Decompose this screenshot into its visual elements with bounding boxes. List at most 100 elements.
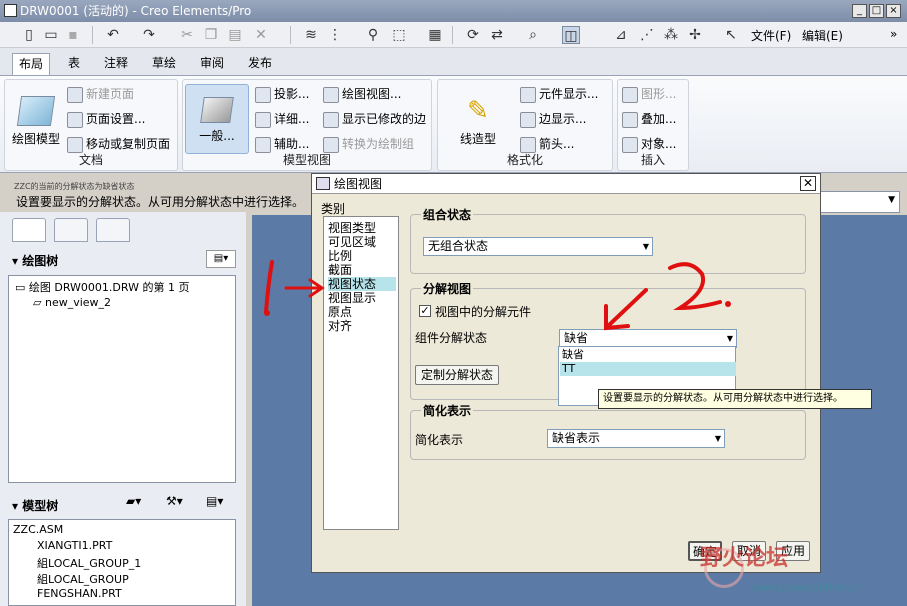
tab-publish[interactable]: 发布 <box>242 53 278 75</box>
maximize-button[interactable]: □ <box>869 4 884 18</box>
show-modified-icon <box>323 111 339 128</box>
drawing-view-button[interactable]: 绘图视图... <box>323 84 401 104</box>
explode-state-label: 组件分解状态 <box>415 331 488 345</box>
tree-settings-icon[interactable]: ▤▾ <box>206 250 236 268</box>
simplified-rep-title: 简化表示 <box>421 402 474 419</box>
new-page-button[interactable]: 新建页面 <box>67 84 134 104</box>
show-modified-edges-button[interactable]: 显示已修改的边 <box>323 109 426 129</box>
tree-item-asm[interactable]: ZZC.ASM <box>13 523 63 536</box>
minimize-button[interactable]: _ <box>852 4 867 18</box>
group-insert-label: 插入 <box>640 153 665 167</box>
overlay-button[interactable]: 叠加... <box>622 109 676 129</box>
dropdown-option-default[interactable]: 缺省 <box>560 348 736 362</box>
combo-state-select[interactable]: 无组合状态 ▼ <box>423 237 653 256</box>
page-setup-button[interactable]: 页面设置... <box>67 109 145 129</box>
edge-display-button[interactable]: 边显示... <box>520 109 586 129</box>
delete-icon[interactable]: ✕ <box>252 26 270 44</box>
tree-item-view-label: new_view_2 <box>44 296 112 309</box>
tree-item-view[interactable]: ▱ new_view_2 <box>33 296 111 309</box>
category-section[interactable]: 截面 <box>328 263 396 277</box>
more-chevron-icon[interactable]: » <box>890 27 897 41</box>
close-button[interactable]: × <box>886 4 901 18</box>
object-label: 对象... <box>641 137 677 151</box>
category-view-state[interactable]: 视图状态 <box>328 277 396 291</box>
regenerate-icon[interactable]: ⟳ <box>464 26 482 44</box>
explode-checkbox[interactable]: ✓ <box>419 305 431 317</box>
display-style-icon[interactable]: ◫ <box>562 26 580 44</box>
dialog-close-icon[interactable]: ✕ <box>800 176 816 191</box>
csys-icon[interactable]: ✢ <box>686 26 704 44</box>
tab-table[interactable]: 表 <box>62 53 86 75</box>
component-display-button[interactable]: 元件显示... <box>520 84 598 104</box>
general-view-icon <box>200 97 234 123</box>
simplified-rep-select[interactable]: 缺省表示 ▼ <box>547 429 725 448</box>
model-tree-settings-icon[interactable]: ▤▾ <box>206 494 236 512</box>
tree-item-page[interactable]: ▭ 绘图 DRW0001.DRW 的第 1 页 <box>15 279 189 295</box>
datum-plane-icon[interactable]: ⊿ <box>612 26 630 44</box>
tab-review[interactable]: 审阅 <box>194 53 230 75</box>
tab-tree-icon[interactable] <box>12 218 46 242</box>
show-modified-label: 显示已修改的边 <box>342 112 427 126</box>
category-scale[interactable]: 比例 <box>328 249 396 263</box>
tooltip: 设置要显示的分解状态。从可用分解状态中进行选择。 <box>598 389 872 409</box>
category-origin[interactable]: 原点 <box>328 305 396 319</box>
redo-icon[interactable]: ↷ <box>140 26 158 44</box>
group-model-views-label: 模型视图 <box>282 153 331 167</box>
category-visible-area[interactable]: 可见区域 <box>328 235 396 249</box>
undo-icon[interactable]: ↶ <box>104 26 122 44</box>
repaint-icon[interactable]: ⇄ <box>488 26 506 44</box>
datum-point-icon[interactable]: ⁂ <box>662 26 680 44</box>
tree-item-group[interactable]: 組LOCAL_GROUP <box>37 571 129 587</box>
context-help-icon[interactable]: ↖ <box>722 26 740 44</box>
detail-button[interactable]: 详细... <box>255 109 309 129</box>
drawing-model-button[interactable]: 绘图模型 <box>9 96 63 147</box>
graphics-button[interactable]: 图形... <box>622 84 676 104</box>
find-icon[interactable]: ⚲ <box>364 26 382 44</box>
zoom-icon[interactable]: ⌕ <box>524 26 542 44</box>
save-icon[interactable]: ▪ <box>64 26 82 44</box>
tree-item-group[interactable]: 組LOCAL_GROUP_1 <box>37 555 141 571</box>
general-view-button[interactable]: 一般... <box>185 84 249 154</box>
tab-folder-icon[interactable] <box>54 218 88 242</box>
tree-icon[interactable]: ⋮ <box>326 26 344 44</box>
category-alignment[interactable]: 对齐 <box>328 319 396 333</box>
projection-button[interactable]: 投影... <box>255 84 309 104</box>
convert-label: 转换为绘制组 <box>342 137 415 151</box>
tab-annotate[interactable]: 注释 <box>98 53 134 75</box>
drawing-view-dialog: 绘图视图 ✕ 类别 视图类型 可见区域 比例 截面 视图状态 视图显示 原点 对… <box>311 173 821 573</box>
new-file-icon[interactable]: ▯ <box>20 26 38 44</box>
drawing-tree-title: ▾ 绘图树 <box>12 254 59 268</box>
tab-favorites-icon[interactable] <box>96 218 130 242</box>
tree-item-part[interactable]: FENGSHAN.PRT <box>37 587 122 600</box>
tab-sketch[interactable]: 草绘 <box>146 53 182 75</box>
component-display-icon <box>520 86 536 103</box>
dropdown-option-tt[interactable]: TT <box>560 362 736 376</box>
filter-dropdown[interactable]: ▼ <box>820 191 900 213</box>
status-hint-small: ZZC的当前的分解状态为缺省状态 <box>14 182 135 191</box>
calculator-icon[interactable]: ▦ <box>426 26 444 44</box>
model-tree-tools-icon[interactable]: ⚒▾ <box>166 494 198 512</box>
category-view-type[interactable]: 视图类型 <box>328 221 396 235</box>
category-view-display[interactable]: 视图显示 <box>328 291 396 305</box>
menu-edit[interactable]: 编辑(E) <box>802 27 843 44</box>
drawing-model-label: 绘图模型 <box>11 132 60 146</box>
dialog-title: 绘图视图 <box>334 177 383 191</box>
custom-explode-button[interactable]: 定制分解状态 <box>415 365 499 385</box>
show-filter-icon[interactable]: ▰▾ <box>126 494 158 512</box>
datum-axis-icon[interactable]: ⋰ <box>638 26 656 44</box>
paste-icon[interactable]: ▤ <box>226 26 244 44</box>
category-list: 视图类型 可见区域 比例 截面 视图状态 视图显示 原点 对齐 <box>323 216 399 530</box>
select-box-icon[interactable]: ⬚ <box>390 26 408 44</box>
copy-icon[interactable]: ❐ <box>202 26 220 44</box>
line-style-label: 线造型 <box>459 132 496 146</box>
line-style-button[interactable]: ✎ 线造型 <box>442 96 514 147</box>
group-document: 绘图模型 新建页面 页面设置... 移动或复制页面 文档 <box>4 79 178 171</box>
projection-label: 投影... <box>274 87 310 101</box>
layer-icon[interactable]: ≋ <box>302 26 320 44</box>
menu-file[interactable]: 文件(F) <box>751 27 791 44</box>
open-folder-icon[interactable]: ▭ <box>42 26 60 44</box>
tree-item-part[interactable]: XIANGTI1.PRT <box>37 539 112 552</box>
tab-layout[interactable]: 布局 <box>12 53 51 75</box>
pencil-icon: ✎ <box>467 96 489 126</box>
cut-icon[interactable]: ✂ <box>178 26 196 44</box>
